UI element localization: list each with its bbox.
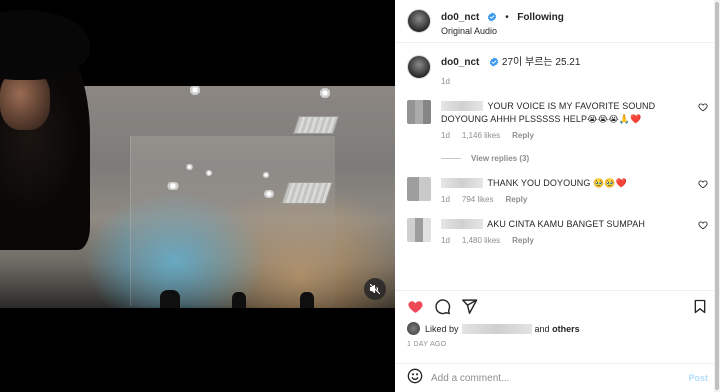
comment-content: AKU CINTA KAMU BANGET SUMPAH [487,219,645,229]
comment: AKU CINTA KAMU BANGET SUMPAH 1d 1,480 li… [407,218,708,245]
ceiling-light [262,190,276,198]
author-avatar[interactable] [407,9,431,33]
scrollbar-track[interactable] [714,0,720,392]
comment: YOUR VOICE IS MY FAVORITE SOUND DOYOUNG … [407,100,708,140]
caption-username[interactable]: do0_nct [441,57,479,68]
media-area[interactable] [0,0,395,392]
liked-by-summary: Liked by and others [407,322,708,335]
ceiling-light [262,172,270,178]
liked-by-and: and [534,323,550,334]
verified-badge-icon [490,57,499,67]
bookmark-icon [694,299,706,313]
caption-body: do0_nct 27이 부르는 25.21 1d [441,55,580,86]
comments-list[interactable]: do0_nct 27이 부르는 25.21 1d YOUR VOICE IS M… [395,43,720,291]
comment-text: THANK YOU DOYOUNG 🥹🥹❤️ [441,177,681,190]
redacted-username[interactable] [441,219,483,229]
caption-text: do0_nct 27이 부르는 25.21 [441,55,580,71]
following-button[interactable]: Following [517,12,564,23]
comment-timestamp: 1d [441,131,450,140]
paper-plane-icon [462,298,478,314]
ceiling-light [165,182,181,190]
comment-body: YOUR VOICE IS MY FAVORITE SOUND DOYOUNG … [441,100,681,140]
view-replies-label: View replies (3) [471,154,530,163]
add-comment-bar: Post [395,363,720,392]
comment-input[interactable] [431,372,689,384]
ceiling-vent [293,116,339,134]
commenter-avatar-redacted[interactable] [407,100,431,124]
author-username[interactable]: do0_nct [441,12,479,23]
ceiling-vent [281,182,333,204]
smiley-icon [407,368,423,383]
redacted-liker-name[interactable] [461,323,532,334]
share-button[interactable] [461,298,478,315]
scrollbar-thumb[interactable] [715,2,719,390]
instagram-post-view: do0_nct • Following Original Audio do0_n… [0,0,720,392]
reply-button[interactable]: Reply [512,236,534,245]
speaker-muted-icon [369,283,381,295]
comment-likes[interactable]: 1,480 likes [462,236,500,245]
view-replies-button[interactable]: View replies (3) [441,154,708,163]
caption-content: 27이 부르는 25.21 [501,57,581,68]
post-side-panel: do0_nct • Following Original Audio do0_n… [395,0,720,392]
background-figure [232,292,246,308]
post-actions: Liked by and others 1 DAY AGO [395,290,720,348]
caption: do0_nct 27이 부르는 25.21 1d [407,55,708,86]
comment-timestamp: 1d [441,195,450,204]
separator-dot: • [505,11,509,23]
author-avatar[interactable] [407,55,431,79]
replies-divider [441,158,461,159]
like-comment-icon[interactable] [698,179,708,189]
background-figure [300,292,314,308]
reply-button[interactable]: Reply [512,131,534,140]
comment-meta: 1d 794 likes Reply [441,195,681,204]
verified-badge-icon [487,11,496,22]
caption-timestamp: 1d [441,77,450,86]
commenter-avatar-redacted[interactable] [407,177,431,201]
comment-text: YOUR VOICE IS MY FAVORITE SOUND DOYOUNG … [441,100,681,126]
ceiling-light [318,88,332,98]
comment-content: THANK YOU DOYOUNG 🥹🥹❤️ [487,178,628,188]
like-comment-icon[interactable] [698,102,708,112]
original-audio-link[interactable]: Original Audio [441,26,564,37]
comment-meta: 1d 1,146 likes Reply [441,131,681,140]
redacted-username[interactable] [441,178,483,188]
post-comment-button[interactable]: Post [688,373,708,383]
like-button[interactable] [407,298,424,315]
comment-likes[interactable]: 794 likes [462,195,494,204]
header-text: do0_nct • Following Original Audio [441,6,564,37]
ceiling-light [188,86,202,95]
comment: THANK YOU DOYOUNG 🥹🥹❤️ 1d 794 likes Repl… [407,177,708,204]
comment-body: THANK YOU DOYOUNG 🥹🥹❤️ 1d 794 likes Repl… [441,177,681,204]
heart-filled-icon [408,300,423,313]
comment-likes[interactable]: 1,146 likes [462,131,500,140]
ceiling-light [185,164,194,170]
comment-button[interactable] [434,298,451,315]
comment-timestamp: 1d [441,236,450,245]
ceiling-panel [130,136,335,306]
liker-avatar[interactable] [407,322,420,335]
redacted-username[interactable] [441,101,483,111]
comment-meta: 1d 1,480 likes Reply [441,236,681,245]
comment-text: AKU CINTA KAMU BANGET SUMPAH [441,218,681,231]
like-comment-icon[interactable] [698,220,708,230]
post-header: do0_nct • Following Original Audio [395,0,720,43]
post-timestamp: 1 DAY AGO [407,341,447,348]
action-bar [407,294,708,318]
background-figure [160,290,180,308]
liked-by-prefix: Liked by [425,323,459,334]
liked-by-others-link[interactable]: others [552,324,580,334]
ceiling-light [205,170,213,176]
reply-button[interactable]: Reply [505,195,527,204]
comment-body: AKU CINTA KAMU BANGET SUMPAH 1d 1,480 li… [441,218,681,245]
save-button[interactable] [692,298,708,315]
emoji-button[interactable] [407,368,423,389]
commenter-avatar-redacted[interactable] [407,218,431,242]
comment-bubble-icon [435,298,451,314]
mute-button[interactable] [364,278,386,300]
